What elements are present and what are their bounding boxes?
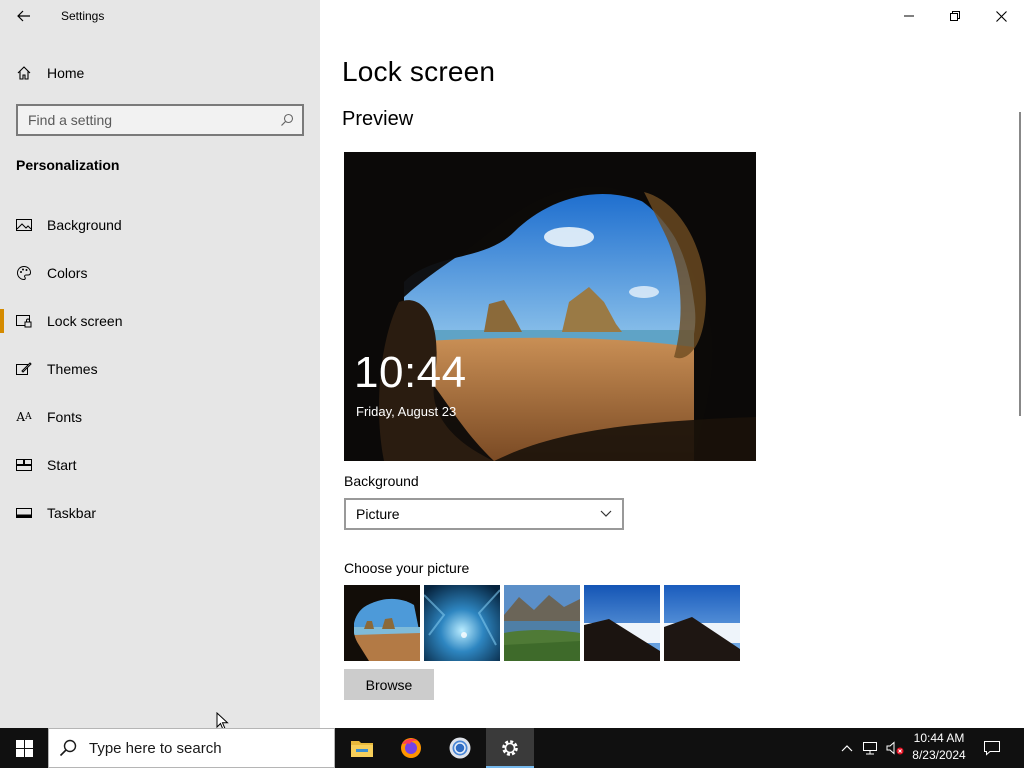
sidebar-item-fonts[interactable]: AA Fonts — [0, 393, 320, 441]
picture-thumbnail[interactable] — [664, 585, 740, 661]
settings-window: Settings Home Find a setting Personaliza… — [0, 0, 1024, 728]
picture-thumbnail[interactable] — [344, 585, 420, 661]
picture-thumbnail[interactable] — [584, 585, 660, 661]
home-link[interactable]: Home — [16, 60, 84, 86]
palette-icon — [16, 265, 32, 281]
sidebar: Settings Home Find a setting Personaliza… — [0, 0, 320, 728]
preview-clock: 10:44 — [354, 348, 467, 397]
sidebar-item-label: Colors — [47, 265, 88, 281]
lock-screen-preview: 10:44 Friday, August 23 — [344, 152, 756, 461]
chevron-up-icon — [841, 745, 853, 752]
content-scrollbar[interactable] — [1019, 112, 1021, 416]
page-title: Lock screen — [342, 56, 496, 87]
close-icon — [995, 10, 1007, 22]
tray-time: 10:44 AM — [913, 731, 965, 745]
brush-icon — [16, 361, 32, 377]
sidebar-item-label: Themes — [47, 361, 98, 377]
search-placeholder: Find a setting — [28, 112, 113, 128]
picture-thumbnail[interactable] — [504, 585, 580, 661]
sidebar-item-label: Fonts — [47, 409, 83, 425]
settings-gear-icon — [502, 740, 518, 756]
background-dropdown-value: Picture — [356, 506, 400, 522]
sidebar-item-taskbar[interactable]: Taskbar — [0, 489, 320, 537]
section-title: Personalization — [16, 157, 120, 173]
show-hidden-icons-button[interactable] — [838, 728, 856, 768]
tray-date: 8/23/2024 — [912, 748, 966, 762]
taskbar-search-placeholder: Type here to search — [89, 739, 222, 757]
sidebar-item-colors[interactable]: Colors — [0, 249, 320, 297]
choose-picture-label: Choose your picture — [344, 560, 470, 576]
volume-tray-button[interactable] — [884, 728, 906, 768]
minimize-button[interactable] — [886, 0, 932, 32]
background-dropdown[interactable]: Picture — [344, 498, 624, 530]
preview-heading: Preview — [342, 108, 414, 130]
browse-button[interactable]: Browse — [344, 669, 434, 700]
action-center-button[interactable] — [978, 728, 1006, 768]
back-arrow-icon — [17, 10, 30, 22]
find-setting-search[interactable]: Find a setting — [16, 104, 304, 136]
sidebar-item-label: Lock screen — [47, 313, 123, 329]
taskbar-icon — [16, 505, 32, 521]
background-label: Background — [344, 473, 419, 489]
sidebar-item-start[interactable]: Start — [0, 441, 320, 489]
lock-screen-icon — [16, 313, 32, 329]
sidebar-item-lock-screen[interactable]: Lock screen — [0, 297, 320, 345]
back-button[interactable] — [10, 4, 38, 28]
windows-logo-icon — [15, 739, 33, 757]
restore-icon — [950, 11, 960, 21]
taskbar-app-firefox[interactable] — [387, 728, 435, 768]
taskbar: Type here to search 10:44 AM 8/23/2024 — [0, 728, 1024, 768]
taskbar-app-chrome[interactable] — [436, 728, 484, 768]
close-button[interactable] — [978, 0, 1024, 32]
font-icon: AA — [16, 410, 32, 424]
firefox-icon — [401, 738, 421, 758]
network-tray-button[interactable] — [860, 728, 882, 768]
sidebar-item-label: Start — [47, 457, 77, 473]
sidebar-item-label: Background — [47, 217, 122, 233]
file-explorer-icon — [351, 741, 373, 757]
chrome-icon — [449, 737, 471, 759]
app-title: Settings — [61, 9, 105, 23]
sidebar-item-background[interactable]: Background — [0, 201, 320, 249]
picture-thumbnail[interactable] — [424, 585, 500, 661]
restore-button[interactable] — [932, 0, 978, 32]
search-icon — [281, 113, 294, 126]
start-button[interactable] — [0, 728, 48, 768]
network-icon — [863, 742, 877, 755]
taskbar-search-box[interactable]: Type here to search — [48, 728, 335, 768]
content-pane: Lock screen Preview 10:44 Friday, August… — [320, 0, 1024, 728]
tray-clock[interactable]: 10:44 AM 8/23/2024 — [908, 730, 970, 766]
volume-muted-icon — [886, 741, 904, 755]
sidebar-nav: Background Colors Lock screen Themes AA … — [0, 201, 320, 537]
notification-icon — [984, 741, 1000, 756]
sidebar-item-label: Taskbar — [47, 505, 97, 521]
chevron-down-icon — [600, 510, 612, 517]
picture-thumbnails — [344, 585, 740, 661]
home-label: Home — [47, 65, 85, 81]
start-tiles-icon — [16, 457, 32, 473]
preview-date: Friday, August 23 — [356, 404, 457, 419]
taskbar-app-settings[interactable] — [486, 728, 534, 768]
taskbar-app-file-explorer[interactable] — [338, 728, 386, 768]
home-icon — [17, 66, 31, 80]
search-icon — [59, 739, 77, 757]
sidebar-item-themes[interactable]: Themes — [0, 345, 320, 393]
picture-icon — [16, 217, 32, 233]
minimize-icon — [904, 15, 914, 17]
